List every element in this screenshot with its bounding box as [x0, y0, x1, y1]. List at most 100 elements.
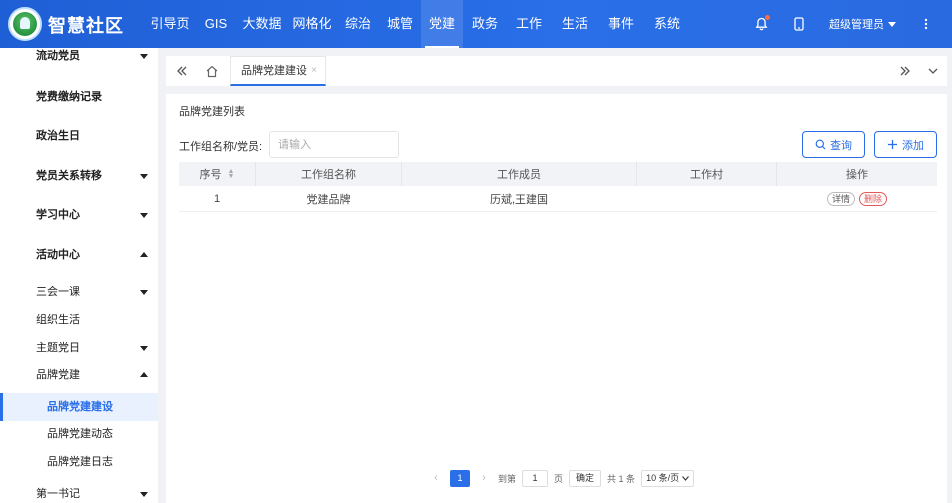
app-title: 智慧社区: [48, 16, 124, 36]
more-vertical-icon[interactable]: [916, 14, 936, 34]
caret-down-icon: [140, 346, 148, 351]
sidebar-item-13[interactable]: 第一书记: [0, 480, 158, 503]
header-actions: 操作: [846, 169, 868, 181]
data-table: 序号 ▲ ▼ 工作组名称 工作成员 工作村 操作 1 党建品牌 历斌,王建国 详情…: [179, 162, 937, 212]
main-nav: 引导页 GIS 大数据 网格化 综治 城管 党建 政务 工作 生活 事件 系统: [145, 0, 691, 48]
tab-label: 品牌党建建设: [241, 65, 307, 77]
chevron-down-icon[interactable]: [925, 63, 941, 79]
tabs-bar: 品牌党建建设 ×: [166, 56, 947, 86]
nav-item-1[interactable]: GIS: [195, 0, 237, 48]
delete-button[interactable]: 删除: [859, 191, 888, 206]
caret-up-icon: [140, 252, 148, 257]
sidebar-item-label: 三会一课: [36, 286, 80, 298]
cell-actions: 详情 删除: [777, 186, 937, 211]
nav-item-5[interactable]: 城管: [379, 0, 421, 48]
nav-item-10[interactable]: 事件: [599, 0, 643, 48]
caret-down-icon: [140, 54, 148, 59]
caret-down-icon: [888, 21, 896, 27]
chevron-down-icon: [682, 475, 689, 481]
detail-button[interactable]: 详情: [826, 191, 855, 206]
bell-icon[interactable]: [751, 14, 771, 34]
page-size-select[interactable]: 10 条/页: [641, 469, 695, 487]
query-label: 查询: [830, 139, 852, 152]
cell-members: 历斌,王建国: [402, 186, 637, 211]
query-button[interactable]: 查询: [802, 131, 865, 158]
cell-group-name: 党建品牌: [256, 186, 402, 211]
next-page-icon[interactable]: ›: [476, 472, 492, 484]
sidebar-item-label: 品牌党建日志: [47, 456, 113, 468]
nav-item-0[interactable]: 引导页: [145, 0, 195, 48]
header-index-label: 序号: [199, 169, 222, 181]
sidebar-item-label: 品牌党建动态: [47, 428, 113, 440]
total-count: 共 1 条: [607, 473, 636, 484]
sidebar-item-10[interactable]: 品牌党建建设: [0, 393, 158, 421]
search-label: 工作组名称/党员:: [179, 141, 263, 153]
plus-icon: [888, 140, 897, 149]
sidebar-item-2[interactable]: 政治生日: [0, 122, 158, 150]
sidebar-item-label: 党员关系转移: [36, 170, 102, 182]
cell-village: [637, 186, 777, 211]
double-chevron-left-icon[interactable]: [174, 63, 190, 79]
header-village: 工作村: [637, 162, 777, 186]
nav-item-11[interactable]: 系统: [643, 0, 691, 48]
logo-emblem: [13, 12, 37, 36]
sidebar-item-8[interactable]: 主题党日: [0, 334, 158, 362]
home-icon[interactable]: [204, 63, 220, 79]
sidebar-item-7[interactable]: 组织生活: [0, 306, 158, 334]
logo: [8, 7, 42, 41]
page-number-current[interactable]: 1: [450, 469, 470, 487]
goto-page-input[interactable]: 1: [522, 469, 549, 487]
search-input[interactable]: [269, 131, 399, 158]
page-size-value: 10 条/页: [646, 472, 680, 483]
close-icon[interactable]: ×: [311, 57, 317, 85]
panel-title: 品牌党建列表: [179, 106, 245, 118]
main-panel: 品牌党建列表 工作组名称/党员: 查询 添加 序号 ▲▼ 工作组名称 工作成员 …: [166, 94, 947, 503]
nav-item-9[interactable]: 生活: [551, 0, 599, 48]
nav-item-7[interactable]: 政务: [463, 0, 507, 48]
sidebar-item-0[interactable]: 流动党员: [0, 48, 158, 70]
double-chevron-right-icon[interactable]: [897, 63, 913, 79]
nav-item-8[interactable]: 工作: [507, 0, 551, 48]
caret-down-icon: [140, 174, 148, 179]
sidebar-item-5[interactable]: 活动中心: [0, 241, 158, 269]
sort-icon[interactable]: ▲ ▼: [228, 168, 235, 180]
sidebar-item-4[interactable]: 学习中心: [0, 201, 158, 229]
sidebar-item-label: 主题党日: [36, 342, 80, 354]
mobile-icon[interactable]: [789, 14, 809, 34]
user-name: 超级管理员: [829, 19, 884, 31]
add-button[interactable]: 添加: [874, 131, 937, 158]
sidebar-item-1[interactable]: 党费缴纳记录: [0, 83, 158, 111]
nav-item-2[interactable]: 大数据: [237, 0, 287, 48]
header-index[interactable]: 序号 ▲ ▼: [179, 162, 256, 186]
sidebar-item-label: 品牌党建: [36, 369, 80, 381]
caret-down-icon: [140, 290, 148, 295]
cell-index: 1: [179, 186, 256, 211]
add-label: 添加: [902, 139, 924, 152]
search-icon: [815, 139, 826, 150]
header-members: 工作成员: [402, 162, 637, 186]
prev-page-icon[interactable]: ‹: [428, 472, 444, 484]
goto-confirm-button[interactable]: 确定: [569, 469, 602, 487]
nav-item-6[interactable]: 党建: [421, 0, 463, 48]
caret-up-icon: [140, 372, 148, 377]
sidebar-item-label: 学习中心: [36, 209, 80, 221]
header-group-name: 工作组名称: [256, 162, 402, 186]
sidebar-item-9[interactable]: 品牌党建: [0, 361, 158, 389]
sidebar-item-6[interactable]: 三会一课: [0, 278, 158, 306]
sidebar-item-3[interactable]: 党员关系转移: [0, 162, 158, 190]
sidebar-item-label: 第一书记: [36, 488, 80, 500]
nav-item-3[interactable]: 网格化: [287, 0, 337, 48]
caret-down-icon: [140, 213, 148, 218]
user-menu[interactable]: 超级管理员: [829, 16, 896, 32]
notification-dot: [765, 15, 770, 20]
sidebar-item-11[interactable]: 品牌党建动态: [0, 420, 158, 448]
sidebar-item-label: 党费缴纳记录: [36, 91, 102, 103]
sidebar-item-label: 活动中心: [36, 249, 80, 261]
table-header: 序号 ▲ ▼ 工作组名称 工作成员 工作村 操作: [179, 162, 937, 186]
sidebar-item-12[interactable]: 品牌党建日志: [0, 448, 158, 476]
caret-down-icon: [140, 492, 148, 497]
sidebar: 流动党员党费缴纳记录政治生日党员关系转移 学习中心活动中心三会一课组织生活主题党日…: [0, 48, 158, 503]
top-right-tools: 超级管理员: [751, 0, 952, 48]
nav-item-4[interactable]: 综治: [337, 0, 379, 48]
tab-brand-building[interactable]: 品牌党建建设 ×: [230, 56, 326, 86]
